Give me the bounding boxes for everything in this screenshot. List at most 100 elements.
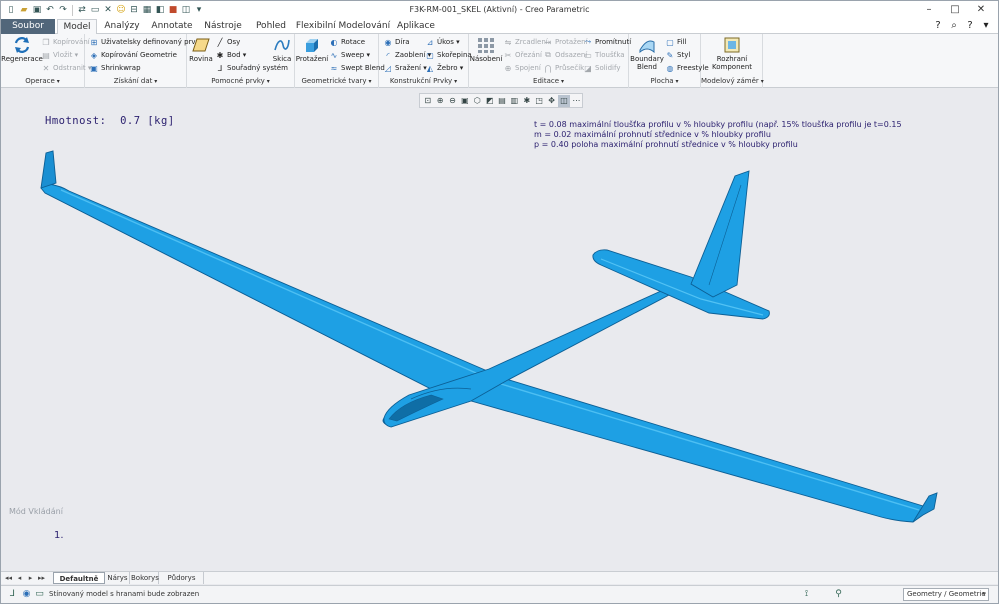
solidify-button[interactable]: ◪ Solidify — [583, 62, 620, 74]
close-button[interactable]: ✕ — [968, 2, 994, 17]
search-icon[interactable]: ⌕ — [948, 20, 960, 31]
group-label-ziskani-dat[interactable]: Získání dat — [85, 77, 186, 87]
tab-flexibilni-modelovani[interactable]: Flexibilní Modelování — [295, 19, 391, 34]
shrinkwrap-button[interactable]: ▣ Shrinkwrap — [89, 62, 140, 74]
coordinate-system-button[interactable]: ⅃ Souřadný systém — [215, 62, 288, 74]
repaint-icon[interactable]: ▣ — [459, 95, 470, 107]
draft-button[interactable]: ⊿ Úkos ▾ — [425, 36, 460, 48]
group-operace: Regenerace ❐ Kopírování ▤ Vložit ▾ ✕ Odstra… — [1, 34, 91, 88]
group-label-geometricke-tvary[interactable]: Geometrické tvary — [295, 77, 378, 87]
spin-center-icon[interactable]: ✥ — [546, 95, 557, 107]
group-label-editace[interactable]: Editace — [469, 77, 628, 87]
intersect-button[interactable]: ⋂ Průsečík — [543, 62, 585, 74]
extend-button[interactable]: ⇥ Protažení — [543, 36, 588, 48]
minimize-button[interactable]: – — [916, 2, 942, 17]
group-label-operace[interactable]: Operace — [1, 77, 84, 87]
component-interface-button[interactable]: Rozhraní Komponent — [705, 36, 759, 71]
group-label-konstrukcni-prvky[interactable]: Konstrukční Prvky — [379, 77, 468, 87]
horizontal-stabilizer[interactable] — [592, 249, 770, 320]
profile-notes: t = 0.08 maximální tloušťka profilu v % … — [534, 120, 902, 150]
plane-icon — [192, 36, 210, 54]
glider-model[interactable] — [1, 89, 998, 569]
help-search-icon[interactable]: ? — [932, 20, 944, 31]
sheet-tab-bokorys[interactable]: Bokorys — [131, 572, 159, 584]
first-sheet-icon[interactable]: ◂◂ — [4, 573, 13, 583]
extrude-icon — [303, 36, 321, 54]
revolve-button[interactable]: ◐ Rotace — [329, 36, 366, 48]
annotation-icon[interactable]: ◳ — [534, 95, 545, 107]
axis-icon: ╱ — [217, 37, 223, 47]
group-label-plocha[interactable]: Plocha — [629, 77, 700, 87]
style-button[interactable]: ✎ Styl — [665, 49, 691, 61]
model-tree-icon[interactable]: ⅃ — [7, 589, 18, 600]
plane-button[interactable]: Rovina — [189, 36, 213, 63]
group-label-modelovy-zamer[interactable]: Modelový záměr — [701, 77, 762, 87]
selection-filter-dropdown[interactable]: Geometry / Geometrie ▾ — [903, 588, 989, 601]
boundary-blend-button[interactable]: Boundary Blend — [630, 36, 664, 71]
axis-button[interactable]: ╱ Osy — [215, 36, 241, 48]
offset-button[interactable]: ⧉ Odsazení — [543, 49, 587, 61]
help-icon[interactable]: ? — [964, 20, 976, 31]
view-manager-icon[interactable]: ▥ — [509, 95, 520, 107]
tab-nastroje[interactable]: Nástroje — [199, 19, 247, 34]
delete-button[interactable]: ✕ Odstranit ▾ — [41, 62, 92, 74]
regenerate-button[interactable]: Regenerace — [1, 36, 43, 63]
selection-filter-icon[interactable]: ⚲ — [833, 589, 844, 600]
vertical-fin[interactable] — [690, 170, 750, 298]
browser-icon[interactable]: ◉ — [21, 589, 32, 600]
hidden-line-icon[interactable]: ◫ — [558, 94, 570, 107]
datum-display-icon[interactable]: ✱ — [521, 95, 532, 107]
tab-annotate[interactable]: Annotate — [147, 19, 197, 34]
prev-sheet-icon[interactable]: ◂ — [15, 573, 24, 583]
sheet-tab-pudorys[interactable]: Půdorys — [160, 572, 204, 584]
tab-analyzy[interactable]: Analýzy — [99, 19, 145, 34]
more-icon[interactable]: ⋯ — [571, 95, 582, 107]
point-icon: ✱ — [216, 50, 224, 60]
saved-views-icon[interactable]: ▤ — [496, 95, 507, 107]
find-icon[interactable]: ⟟ — [801, 589, 812, 600]
boundary-blend-icon — [638, 36, 656, 54]
paste-button[interactable]: ▤ Vložit ▾ — [41, 49, 78, 61]
zoom-out-icon[interactable]: ⊖ — [447, 95, 458, 107]
perspective-icon[interactable]: ⬡ — [472, 95, 483, 107]
zoom-in-icon[interactable]: ⊕ — [434, 95, 445, 107]
mirror-button[interactable]: ⇋ Zrcadlení — [503, 36, 548, 48]
shell-icon: ▢ — [426, 50, 434, 60]
fill-button[interactable]: ▢ Fill — [665, 36, 686, 48]
tab-soubor[interactable]: Soubor — [1, 19, 55, 34]
point-button[interactable]: ✱ Bod ▾ — [215, 49, 247, 61]
round-button[interactable]: ◜ Zaoblení ▾ — [383, 49, 431, 61]
sheet-tab-default[interactable]: Defaultně Vše * — [53, 572, 105, 595]
ribbon: Regenerace ❐ Kopírování ▤ Vložit ▾ ✕ Odstra… — [1, 34, 998, 88]
copy-button[interactable]: ❐ Kopírování — [41, 36, 89, 48]
tab-model[interactable]: Model — [57, 19, 97, 35]
extrude-button[interactable]: Protažení — [296, 36, 328, 63]
sheet-tab-narys[interactable]: Nárys — [106, 572, 130, 584]
trim-button[interactable]: ✂ Ořezání — [503, 49, 542, 61]
project-button[interactable]: ⤳ Promítnutí — [583, 36, 631, 48]
note-line-t: t = 0.08 maximální tloušťka profilu v % … — [534, 120, 902, 129]
copy-geometry-button[interactable]: ◈ Kopírování Geometrie — [89, 49, 177, 61]
graphics-area[interactable]: ⊡ ⊕ ⊖ ▣ ⬡ ◩ ▤ ▥ ✱ ◳ ✥ ◫ ⋯ Hmotnost: 0.7 … — [1, 89, 998, 569]
maximize-button[interactable]: □ — [942, 2, 968, 17]
refit-icon[interactable]: ⊡ — [422, 95, 433, 107]
sketch-button[interactable]: Skica — [271, 36, 293, 63]
pattern-button[interactable]: Násobení — [470, 36, 502, 63]
tab-pohled[interactable]: Pohled — [249, 19, 293, 34]
left-winglet[interactable] — [40, 150, 57, 189]
chamfer-button[interactable]: ◿ Sražení ▾ — [383, 62, 427, 74]
sweep-button[interactable]: ∿ Sweep ▾ — [329, 49, 370, 61]
shell-button[interactable]: ▢ Skořepina — [425, 49, 471, 61]
next-sheet-icon[interactable]: ▸ — [26, 573, 35, 583]
group-label-pomocne-prvky[interactable]: Pomocné prvky — [187, 77, 294, 87]
hole-button[interactable]: ◉ Díra — [383, 36, 410, 48]
merge-button[interactable]: ⊕ Spojení — [503, 62, 541, 74]
tab-aplikace[interactable]: Aplikace — [393, 19, 439, 34]
rib-button[interactable]: ◭ Žebro ▾ — [425, 62, 463, 74]
display-style-icon[interactable]: ◩ — [484, 95, 495, 107]
fullscreen-icon[interactable]: ▭ — [34, 589, 45, 600]
last-sheet-icon[interactable]: ▸▸ — [37, 573, 46, 583]
chevron-down-icon[interactable]: ▾ — [980, 20, 992, 31]
swept-blend-button[interactable]: ≈ Swept Blend — [329, 62, 385, 74]
thicken-button[interactable]: ▭ Tloušťka — [583, 49, 624, 61]
